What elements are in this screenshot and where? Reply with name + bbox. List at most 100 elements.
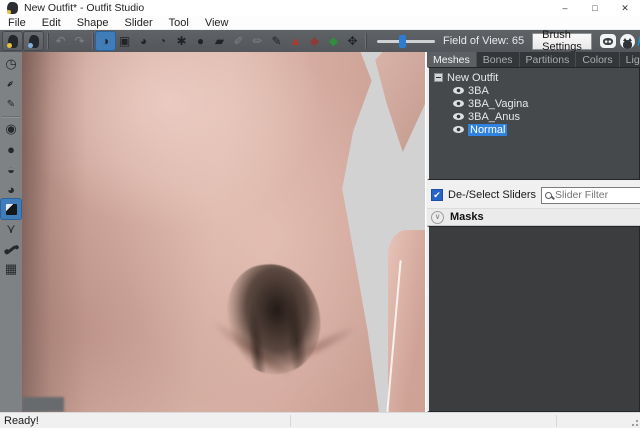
menu-tool[interactable]: Tool	[161, 17, 197, 29]
discord-icon	[603, 38, 613, 45]
save-project-button[interactable]	[24, 32, 43, 50]
toolbar-separator	[365, 33, 366, 49]
move-brush-button[interactable]: ●	[191, 32, 210, 50]
statusbar-divider	[290, 415, 291, 427]
brush-settings-button[interactable]: Brush Settings	[532, 33, 592, 50]
toolbar-separator	[92, 33, 93, 49]
vertex-delete-button[interactable]: ◆	[305, 32, 324, 50]
tree-item-label: 3BA_Vagina	[468, 98, 528, 110]
save-project-icon	[29, 35, 39, 48]
menu-view[interactable]: View	[197, 17, 237, 29]
panel-tabs: Meshes Bones Partitions Colors Lights	[427, 52, 640, 67]
vertex-edit-button[interactable]: ⋎	[1, 219, 21, 239]
tree-root-row[interactable]: New Outfit	[431, 71, 637, 84]
color-brush-button[interactable]: ✏	[248, 32, 267, 50]
github-icon	[623, 40, 632, 49]
cube-view-button[interactable]	[1, 199, 21, 219]
select-brush-icon: ▣	[119, 34, 130, 48]
wireframe-grid-button[interactable]: ▦	[1, 259, 21, 279]
tab-lights[interactable]: Lights	[620, 52, 640, 67]
main-toolbar: ↶ ↷ ◑ ▣ ◕ ◔ ✱ ● ▰ ✐ ✏ ✎ ▲ ◆ ◆ ✥ Field of…	[0, 30, 640, 52]
maximize-button[interactable]: □	[580, 0, 610, 16]
fov-label: Field of View: 65	[443, 35, 524, 47]
transform-tool-button[interactable]: ✥	[343, 32, 362, 50]
tree-item-normal-selected[interactable]: Normal	[431, 123, 637, 136]
view-rotate-button[interactable]: ◷	[1, 54, 21, 74]
link-buttons: P	[600, 34, 640, 49]
menu-edit[interactable]: Edit	[34, 17, 69, 29]
pen-brush-icon: ✎	[271, 34, 281, 48]
eraser-icon: ▰	[215, 34, 224, 48]
menu-slider[interactable]: Slider	[117, 17, 161, 29]
viewport-canvas[interactable]	[22, 52, 425, 412]
vertex-add-button[interactable]: ◆	[324, 32, 343, 50]
menu-shape[interactable]: Shape	[69, 17, 117, 29]
app-icon	[7, 2, 18, 14]
brush-falloff-a-icon: ◉	[5, 121, 16, 137]
tab-colors[interactable]: Colors	[576, 52, 619, 67]
fov-slider-thumb[interactable]	[399, 35, 406, 48]
tree-item-3ba[interactable]: 3BA	[431, 84, 637, 97]
deflate-brush-button[interactable]: ◔	[153, 32, 172, 50]
eye-icon[interactable]	[453, 113, 464, 120]
tab-partitions[interactable]: Partitions	[520, 52, 577, 67]
slider-filter-input[interactable]	[555, 189, 640, 201]
search-icon	[545, 192, 552, 199]
brush-falloff-c-button[interactable]: ◒	[1, 159, 21, 179]
tab-meshes[interactable]: Meshes	[427, 52, 477, 67]
smooth-brush-button[interactable]: ✱	[172, 32, 191, 50]
bone-edit-button[interactable]	[1, 239, 21, 259]
side-toolbar: ◷ ✒ ✎ ◉ ● ◒ ◕ ⋎ ▦	[0, 52, 22, 412]
weight-brush-button[interactable]: ✐	[229, 32, 248, 50]
pencil-tool-button[interactable]: ✎	[1, 94, 21, 114]
brush-falloff-d-button[interactable]: ◕	[1, 179, 21, 199]
pin-tool-button[interactable]: ✒	[1, 74, 21, 94]
toolbar-separator	[47, 33, 48, 49]
deselect-sliders-checkbox[interactable]: ✔	[431, 189, 443, 201]
undo-brush-button[interactable]: ▰	[210, 32, 229, 50]
undo-button[interactable]: ↶	[51, 32, 70, 50]
fov-slider[interactable]	[377, 40, 435, 43]
tree-item-3ba-anus[interactable]: 3BA_Anus	[431, 110, 637, 123]
redo-button[interactable]: ↷	[70, 32, 89, 50]
vertex-delete-icon: ◆	[310, 34, 319, 48]
chevron-down-icon[interactable]: ∨	[431, 211, 444, 224]
body-shading-left	[22, 52, 86, 412]
resize-grip[interactable]	[629, 417, 639, 427]
mesh-edit-button[interactable]: ▲	[286, 32, 305, 50]
eye-icon[interactable]	[453, 100, 464, 107]
tab-bones[interactable]: Bones	[477, 52, 520, 67]
discord-button[interactable]	[600, 34, 616, 48]
github-button[interactable]	[620, 34, 635, 49]
tree-item-3ba-vagina[interactable]: 3BA_Vagina	[431, 97, 637, 110]
sliders-list[interactable]	[427, 226, 640, 412]
pin-icon: ✒	[4, 77, 18, 91]
collapse-icon[interactable]	[434, 73, 443, 82]
eye-icon[interactable]	[453, 87, 464, 94]
mesh-triangle-icon: ▲	[290, 34, 302, 48]
masks-label: Masks	[450, 211, 484, 223]
mask-brush-button[interactable]: ◑	[96, 32, 115, 50]
load-project-button[interactable]	[3, 32, 22, 50]
mesh-tree: New Outfit 3BA 3BA_Vagina 3BA_Anus Norma…	[427, 67, 640, 180]
transform-icon: ✥	[347, 34, 357, 48]
select-brush-button[interactable]: ▣	[115, 32, 134, 50]
eye-icon[interactable]	[453, 126, 464, 133]
vertex-edit-icon: ⋎	[6, 221, 16, 237]
pen-brush-button[interactable]: ✎	[267, 32, 286, 50]
brush-falloff-b-button[interactable]: ●	[1, 139, 21, 159]
title-bar: New Outfit* - Outfit Studio – □ ✕	[0, 0, 640, 16]
inflate-brush-button[interactable]: ◕	[134, 32, 153, 50]
brush-falloff-a-button[interactable]: ◉	[1, 119, 21, 139]
menu-file[interactable]: File	[0, 17, 34, 29]
background-shadow	[22, 397, 64, 412]
minimize-button[interactable]: –	[550, 0, 580, 16]
inflate-brush-icon: ◕	[140, 34, 147, 48]
brush-falloff-c-icon: ◒	[7, 162, 15, 177]
close-button[interactable]: ✕	[610, 0, 640, 16]
right-panel: Meshes Bones Partitions Colors Lights Ne…	[426, 52, 640, 412]
pencil-icon: ✎	[7, 99, 15, 110]
menu-bar: File Edit Shape Slider Tool View	[0, 16, 640, 30]
tree-root-label: New Outfit	[447, 72, 498, 84]
masks-section-header[interactable]: ∨ Masks	[427, 208, 640, 226]
